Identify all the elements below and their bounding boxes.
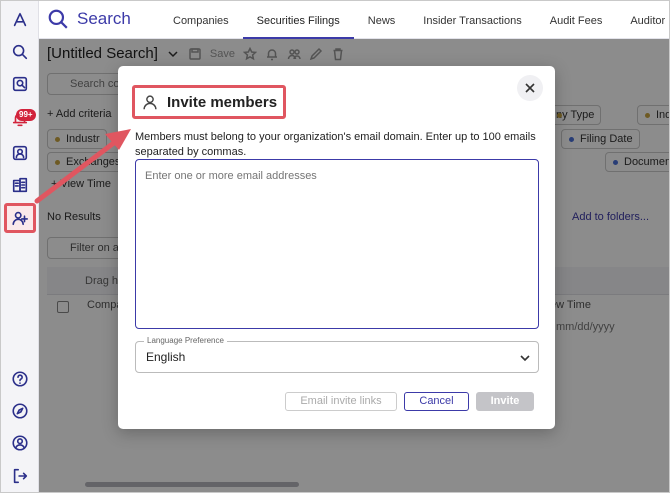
app-window: 99+ Search Companies Securities Filings …	[0, 0, 670, 493]
compass-icon[interactable]	[10, 401, 30, 421]
language-preference-value: English	[146, 350, 186, 364]
tab-insider-transactions[interactable]: Insider Transactions	[409, 1, 535, 39]
tab-securities-filings[interactable]: Securities Filings	[242, 1, 354, 39]
chevron-down-icon	[520, 355, 530, 362]
saved-search-icon[interactable]	[10, 74, 30, 94]
tab-audit-fees[interactable]: Audit Fees	[536, 1, 617, 39]
language-preference-label: Language Preference	[144, 336, 227, 345]
search-home[interactable]: Search	[47, 8, 131, 30]
dialog-header-highlight: Invite members	[132, 85, 286, 119]
email-addresses-input[interactable]	[135, 159, 539, 329]
icon-rail: 99+	[1, 1, 39, 492]
contact-card-icon[interactable]	[10, 143, 30, 163]
tab-auditor[interactable]: Auditor	[616, 1, 669, 39]
close-button[interactable]	[517, 75, 543, 101]
dialog-title: Invite members	[167, 93, 278, 111]
tab-bar: Companies Securities Filings News Inside…	[159, 1, 669, 39]
user-icon	[143, 95, 157, 110]
help-icon[interactable]	[10, 369, 30, 389]
top-bar: Search Companies Securities Filings News…	[39, 1, 669, 39]
add-user-icon[interactable]	[10, 208, 30, 228]
invite-button[interactable]: Invite	[476, 392, 534, 411]
search-icon[interactable]	[10, 42, 30, 62]
invite-members-dialog: Invite members Members must belong to yo…	[118, 66, 555, 429]
logo-icon[interactable]	[10, 10, 30, 30]
tab-news[interactable]: News	[354, 1, 410, 39]
close-icon	[525, 83, 535, 93]
tab-companies[interactable]: Companies	[159, 1, 243, 39]
alerts-badge: 99+	[16, 109, 36, 121]
language-preference-select[interactable]: Language Preference English	[135, 336, 539, 373]
dialog-description: Members must belong to your organization…	[135, 131, 536, 158]
logout-icon[interactable]	[10, 466, 30, 486]
search-logo-icon	[48, 9, 68, 29]
search-title: Search	[77, 9, 131, 28]
buildings-icon[interactable]	[10, 175, 30, 195]
account-icon[interactable]	[10, 433, 30, 453]
cancel-button[interactable]: Cancel	[404, 392, 469, 411]
email-invite-links-button[interactable]: Email invite links	[285, 392, 397, 411]
